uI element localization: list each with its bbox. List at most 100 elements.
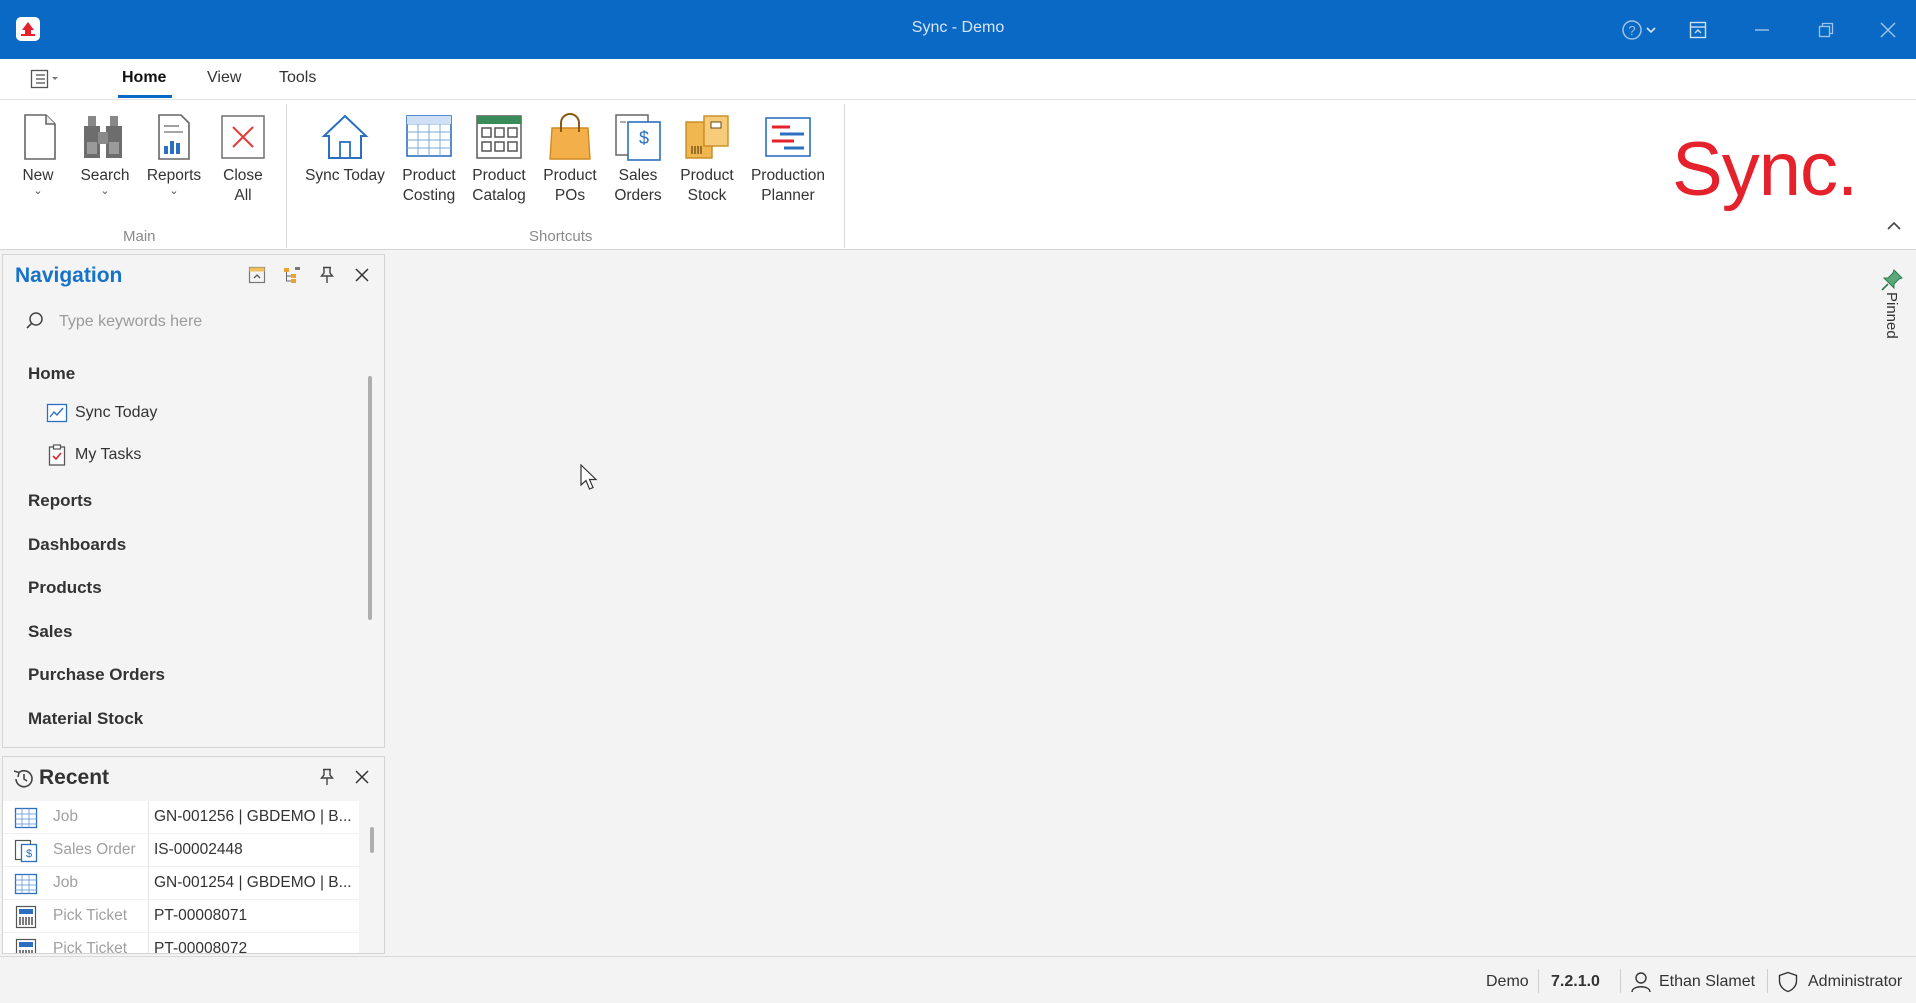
close-button[interactable] [1866,14,1910,46]
svg-text:?: ? [1628,23,1635,38]
recent-panel: Recent Job GN-001256 | GBDEMO | B... $ S… [2,756,385,954]
pinned-label[interactable]: Pinned [1883,292,1900,339]
recent-row[interactable]: Pick Ticket PT-00008071 [3,900,359,933]
nav-section-home[interactable]: Home [28,364,75,384]
restore-button[interactable] [1804,14,1848,46]
restore-icon [1818,22,1834,38]
reports-button[interactable]: Reports ⌄ [142,112,206,197]
tree-view-icon [284,267,300,283]
nav-section-products[interactable]: Products [28,578,102,598]
product-costing-button[interactable]: Product Costing [398,112,460,206]
column-divider [148,933,149,953]
shield-icon [1778,971,1798,993]
column-divider [148,900,149,933]
nav-section-sales[interactable]: Sales [28,622,72,642]
column-divider [148,867,149,900]
ribbon-tab-bar: Home View Tools [0,59,1916,99]
chevron-down-icon: ⌄ [33,185,43,197]
nav-pin-button[interactable] [316,264,338,286]
ribbon-display-icon [1689,21,1707,39]
nav-section-material-stock[interactable]: Material Stock [28,709,143,729]
svg-text:$: $ [26,848,32,860]
nav-section-purchase-orders[interactable]: Purchase Orders [28,665,165,685]
minimize-button[interactable] [1740,14,1784,46]
planner-icon [765,117,811,157]
recent-item-value: PT-00008072 [154,940,248,954]
navigation-scrollbar[interactable] [368,376,372,620]
production-planner-button[interactable]: Production Planner [745,112,831,206]
status-separator [1767,969,1768,993]
pick-ticket-icon [15,938,37,953]
sales-orders-label-line1: Sales [618,167,658,184]
clipboard-check-icon [48,444,66,466]
product-stock-label-line1: Product [680,167,734,184]
tab-tools[interactable]: Tools [279,69,316,87]
recent-row[interactable]: Job GN-001256 | GBDEMO | B... [3,801,359,834]
minimize-icon [1755,29,1769,31]
recent-pin-button[interactable] [316,766,338,788]
tab-home[interactable]: Home [122,69,166,87]
version-label: 7.2.1.0 [1551,973,1600,990]
help-button[interactable]: ? [1616,14,1662,46]
new-document-icon [24,114,56,160]
production-planner-label-line1: Production [750,167,826,184]
ribbon-display-options-button[interactable] [1680,14,1716,46]
sales-orders-button[interactable]: $ Sales Orders [608,112,668,206]
product-catalog-button[interactable]: Product Catalog [467,112,531,206]
recent-item-type: Pick Ticket [53,940,128,954]
recent-item-value: GN-001256 | GBDEMO | B... [154,808,352,825]
product-pos-label-line2: POs [554,187,586,204]
sync-today-button[interactable]: Sync Today [300,112,390,186]
help-icon: ? [1622,20,1656,40]
product-catalog-label-line1: Product [472,167,526,184]
history-icon [13,769,33,788]
file-menu-button[interactable] [30,69,62,89]
close-icon [355,268,369,282]
new-button-label: New [22,167,54,184]
chevron-down-icon: ⌄ [100,185,110,197]
chevron-up-icon [1887,221,1901,230]
nav-tree-view-button[interactable] [281,264,303,286]
close-all-button[interactable]: Close All [216,112,270,206]
recent-scrollbar[interactable] [370,827,374,853]
new-button[interactable]: New ⌄ [14,112,62,197]
nav-item-sync-today[interactable]: Sync Today [46,400,157,426]
status-separator [1620,969,1621,993]
recent-row[interactable]: $ Sales Order IS-00002448 [3,834,359,867]
product-pos-button[interactable]: Product POs [538,112,602,206]
search-button[interactable]: Search ⌄ [76,112,134,197]
collapse-tree-icon [248,266,266,284]
nav-section-dashboards[interactable]: Dashboards [28,535,126,555]
navigation-search-input[interactable] [59,311,359,333]
environment-label: Demo [1486,973,1529,990]
nav-close-button[interactable] [351,264,373,286]
nav-collapse-all-button[interactable] [246,264,268,286]
svg-text:$: $ [639,128,649,148]
tab-view[interactable]: View [207,69,241,87]
pin-icon [320,768,334,785]
collapse-ribbon-button[interactable] [1884,216,1904,236]
close-all-label-line1: Close [223,167,263,184]
report-icon [158,114,190,160]
group-label-shortcuts: Shortcuts [529,228,593,245]
brand-logo: Sync. [1672,127,1858,212]
nav-section-reports[interactable]: Reports [28,491,92,511]
active-tab-indicator [118,95,172,98]
close-all-icon [221,115,265,159]
product-catalog-label-line2: Catalog [472,187,526,204]
chevron-down-icon: ⌄ [169,185,179,197]
product-costing-label-line2: Costing [402,187,456,204]
recent-close-button[interactable] [351,766,373,788]
product-pos-label-line1: Product [543,167,597,184]
navigation-title: Navigation [15,264,123,287]
recent-item-type: Sales Order [53,841,136,858]
reports-button-label: Reports [146,167,202,184]
recent-row[interactable]: Pick Ticket PT-00008072 [3,933,359,954]
mouse-cursor-icon [580,464,598,490]
product-stock-button[interactable]: Product Stock [674,112,740,206]
recent-list: Job GN-001256 | GBDEMO | B... $ Sales Or… [3,801,359,954]
chart-icon [46,403,68,423]
user-name[interactable]: Ethan Slamet [1659,973,1755,991]
nav-item-my-tasks[interactable]: My Tasks [46,442,141,468]
recent-row[interactable]: Job GN-001254 | GBDEMO | B... [3,867,359,900]
